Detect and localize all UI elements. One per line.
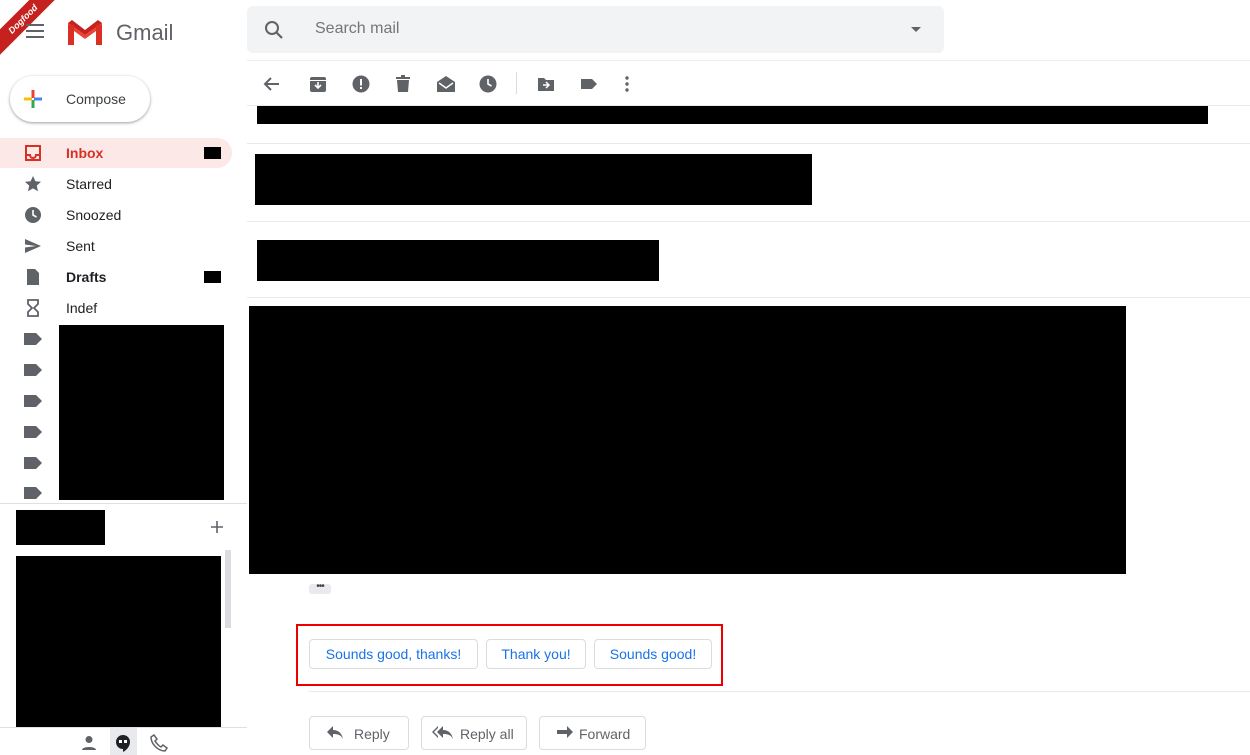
- report-spam-icon[interactable]: [351, 74, 371, 94]
- search-options-icon[interactable]: [911, 27, 921, 32]
- thread-divider: [247, 221, 1250, 222]
- app-name[interactable]: Gmail: [116, 20, 173, 46]
- thread-divider: [247, 297, 1250, 298]
- subject-redacted: [257, 106, 1208, 124]
- snooze-icon[interactable]: [478, 74, 498, 94]
- reply-icon: [327, 726, 343, 739]
- phone-icon[interactable]: [150, 734, 168, 752]
- forward-label: Forward: [579, 726, 631, 742]
- search-input[interactable]: [315, 20, 875, 38]
- compose-plus-icon: [24, 90, 42, 108]
- reply-divider: [308, 691, 1250, 692]
- label-icon[interactable]: [24, 487, 42, 499]
- person-icon[interactable]: [80, 734, 98, 752]
- plus-icon[interactable]: [210, 520, 224, 534]
- sidebar-divider: [0, 503, 247, 504]
- hangouts-user-redacted: [16, 510, 105, 545]
- chat-list-redacted: [16, 556, 221, 727]
- sidebar-item-label: Sent: [66, 238, 95, 254]
- reply-all-label: Reply all: [460, 726, 514, 742]
- clock-icon: [25, 207, 41, 223]
- reply-all-button[interactable]: Reply all: [421, 716, 527, 750]
- sidebar-item-label: Snoozed: [66, 207, 122, 223]
- forward-button[interactable]: Forward: [539, 716, 646, 750]
- draft-count-redacted: [204, 271, 221, 283]
- sidebar-item-label: Drafts: [66, 269, 107, 285]
- label-icon[interactable]: [24, 333, 42, 345]
- label-icon[interactable]: [24, 457, 42, 469]
- delete-icon[interactable]: [393, 74, 413, 94]
- show-trimmed-content-button[interactable]: •••: [309, 582, 331, 594]
- hangouts-icon[interactable]: [114, 734, 132, 752]
- main-menu-icon[interactable]: [24, 22, 46, 40]
- reply-all-icon: [432, 726, 453, 739]
- sidebar-item-snoozed[interactable]: Snoozed: [0, 200, 232, 230]
- gmail-logo-icon[interactable]: [66, 17, 104, 47]
- smart-reply-chip[interactable]: Sounds good!: [594, 639, 712, 669]
- forward-icon: [557, 726, 573, 738]
- compose-label: Compose: [66, 91, 126, 107]
- sidebar-item-starred[interactable]: Starred: [0, 169, 232, 199]
- message-header-redacted[interactable]: [255, 154, 812, 205]
- mark-unread-icon[interactable]: [436, 74, 456, 94]
- inbox-icon: [25, 145, 41, 161]
- sidebar-item-drafts[interactable]: Drafts: [0, 262, 232, 292]
- reply-label: Reply: [354, 726, 390, 742]
- label-list-redacted: [59, 325, 224, 500]
- label-icon[interactable]: [24, 364, 42, 376]
- smart-reply-chip[interactable]: Sounds good, thanks!: [309, 639, 478, 669]
- star-icon: [25, 176, 41, 192]
- label-icon[interactable]: [24, 395, 42, 407]
- search-icon[interactable]: [264, 20, 284, 40]
- sidebar-item-label: Starred: [66, 176, 112, 192]
- more-icon[interactable]: [617, 74, 637, 94]
- header-divider: [247, 60, 1250, 61]
- move-to-icon[interactable]: [536, 74, 556, 94]
- sidebar-item-indef[interactable]: Indef: [0, 293, 232, 323]
- back-icon[interactable]: [262, 74, 282, 94]
- message-body-redacted: [249, 306, 1126, 574]
- label-icon[interactable]: [579, 74, 599, 94]
- label-icon[interactable]: [24, 426, 42, 438]
- chat-scrollbar[interactable]: [225, 550, 231, 628]
- sidebar-item-sent[interactable]: Sent: [0, 231, 232, 261]
- message-header-redacted[interactable]: [257, 240, 659, 281]
- sidebar-item-label: Indef: [66, 300, 98, 316]
- toolbar-divider: [516, 72, 517, 94]
- sidebar-item-inbox[interactable]: Inbox: [0, 138, 232, 168]
- send-icon: [25, 239, 41, 253]
- draft-icon: [27, 269, 39, 285]
- thread-divider: [247, 143, 1250, 144]
- smart-reply-chip[interactable]: Thank you!: [486, 639, 586, 669]
- sidebar-item-label: Inbox: [66, 145, 104, 161]
- reply-button[interactable]: Reply: [309, 716, 409, 750]
- hourglass-icon: [27, 299, 39, 317]
- unread-count-redacted: [204, 147, 221, 159]
- archive-icon[interactable]: [308, 74, 328, 94]
